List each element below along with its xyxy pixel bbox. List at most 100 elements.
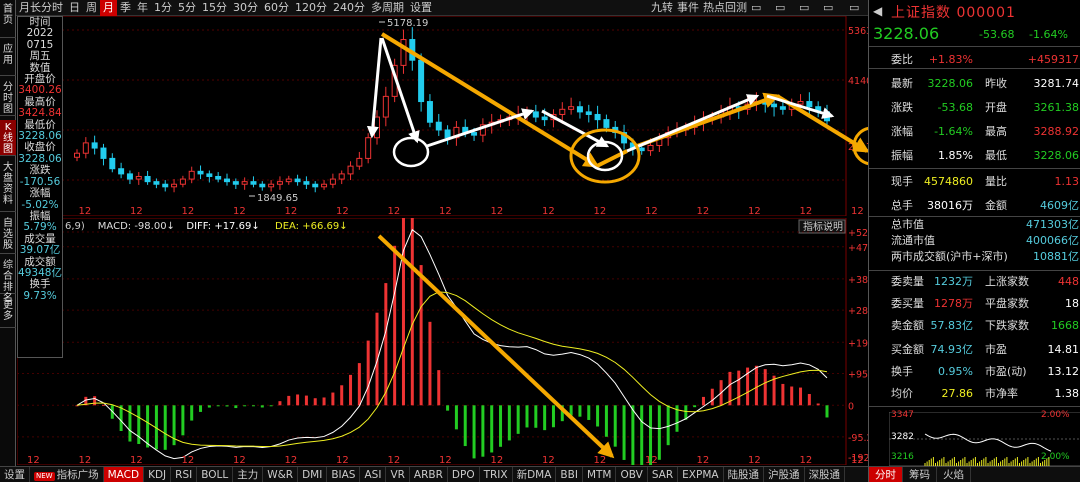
- toolbar-right-button[interactable]: 热点回测: [700, 0, 750, 16]
- toolbar-right-button[interactable]: 事件: [674, 0, 702, 16]
- mini-y-top: 3347: [891, 410, 914, 420]
- candle-body: [797, 101, 804, 105]
- period-tab[interactable]: 月长分时: [16, 0, 66, 16]
- indicator-tab[interactable]: OBV: [616, 466, 648, 482]
- indicator-tab-label: MTM: [586, 468, 612, 481]
- period-tab[interactable]: 60分: [261, 0, 292, 16]
- macd-bar: [622, 405, 626, 460]
- macd-bar: [331, 392, 335, 406]
- quote-value: 0.95%: [938, 365, 973, 378]
- quote-value: 1.13: [1054, 175, 1080, 188]
- nav-tab[interactable]: 首页: [0, 2, 16, 38]
- indicator-tab[interactable]: 沪股通: [764, 466, 805, 482]
- period-tab[interactable]: 240分: [330, 0, 368, 16]
- quote-value: 74.93亿: [930, 343, 974, 356]
- indicator-tab[interactable]: 新DMA: [513, 466, 557, 482]
- indicator-tab[interactable]: ASI: [360, 466, 387, 482]
- toolbar-tool-icon[interactable]: ▭: [846, 0, 862, 16]
- quote-label: 卖金额: [891, 319, 924, 332]
- macd-bar: [463, 405, 467, 447]
- indicator-tab[interactable]: 主力: [233, 466, 264, 482]
- indicator-tab[interactable]: TRIX: [480, 466, 513, 482]
- x-tick-label: 12: [697, 206, 710, 216]
- nav-tab[interactable]: 综合排名: [0, 258, 16, 304]
- indicator-tab[interactable]: MACD: [103, 466, 145, 482]
- macd-bar: [807, 394, 811, 406]
- nav-tab[interactable]: 自选股: [0, 216, 16, 254]
- quote-label: 市盈: [985, 343, 1007, 356]
- toolbar-tool-icon[interactable]: ▭: [772, 0, 788, 16]
- macd-bar: [781, 383, 785, 406]
- index-title: 上证指数 000001: [891, 5, 1016, 21]
- back-arrow-icon[interactable]: ◀: [873, 4, 882, 18]
- indicator-tab[interactable]: SAR: [648, 466, 679, 482]
- period-tab[interactable]: 月: [100, 0, 117, 16]
- nav-tab[interactable]: 大盘资料: [0, 160, 16, 212]
- period-tab[interactable]: 年: [134, 0, 151, 16]
- diff-line: [76, 228, 828, 460]
- indicator-tab[interactable]: W&R: [263, 466, 299, 482]
- quote-tab[interactable]: 筹码: [903, 467, 937, 482]
- period-tab[interactable]: 季: [117, 0, 134, 16]
- macd-bar: [146, 405, 150, 448]
- macd-bar: [313, 398, 317, 406]
- quote-label: 换手: [891, 365, 913, 378]
- indicator-tab[interactable]: DMI: [298, 466, 328, 482]
- x-tick-label: 12: [439, 455, 452, 465]
- indicator-tab-label: TRIX: [483, 468, 508, 481]
- period-tab[interactable]: 多周期: [368, 0, 407, 16]
- period-tab[interactable]: 30分: [230, 0, 261, 16]
- period-tab[interactable]: 日: [66, 0, 83, 16]
- quote-value: 10881亿: [1033, 250, 1079, 263]
- macd-header-part: 6,9): [65, 221, 85, 232]
- indicator-tab[interactable]: 深股通: [805, 466, 846, 482]
- period-tab[interactable]: 120分: [292, 0, 330, 16]
- x-tick-label: 12: [542, 206, 555, 216]
- indicator-tab[interactable]: BIAS: [327, 466, 361, 482]
- candle-body: [144, 175, 151, 183]
- indicator-tab[interactable]: BOLL: [197, 466, 234, 482]
- toolbar-right-button[interactable]: 九转: [648, 0, 676, 16]
- period-tab[interactable]: 5分: [175, 0, 199, 16]
- period-tab[interactable]: 设置: [407, 0, 435, 16]
- macd-bar: [340, 385, 344, 406]
- quote-row: 两市成交额(沪市+深市) 10881亿: [869, 249, 1080, 265]
- indicator-tab[interactable]: 陆股通: [724, 466, 765, 482]
- macd-trend-arrow: [377, 234, 615, 459]
- nav-tab[interactable]: 更多: [0, 298, 16, 328]
- quote-tab[interactable]: 分时: [869, 467, 903, 482]
- nav-tab[interactable]: 分时图: [0, 80, 16, 116]
- indicator-tab-label: RSI: [175, 468, 193, 481]
- macd-chart[interactable]: 6,9) MACD: -98.00↓ DIFF: +17.69↓ DEA: +66.6…: [17, 218, 868, 465]
- toolbar-tool-icon[interactable]: ▭: [796, 0, 812, 16]
- indicator-tab[interactable]: VR: [386, 466, 410, 482]
- kline-chart[interactable]: 5363414029175178.191849.6512121212121212…: [17, 16, 868, 216]
- toolbar-tool-icon[interactable]: ▭: [748, 0, 764, 16]
- indicator-tab[interactable]: 设置: [0, 466, 30, 482]
- indicator-tab[interactable]: BBI: [556, 466, 583, 482]
- quote-value: 3261.38: [1033, 101, 1080, 114]
- macd-bar: [640, 405, 644, 465]
- indicator-tab[interactable]: RSI: [171, 466, 198, 482]
- quote-label: 昨收: [985, 77, 1007, 90]
- candle-body: [179, 178, 186, 185]
- macd-y-tick: +190.1: [848, 338, 868, 349]
- quote-tab[interactable]: 火焰: [937, 467, 971, 482]
- indicator-tab-label: BBI: [560, 468, 578, 481]
- indicator-tab[interactable]: KDJ: [144, 466, 172, 482]
- period-tab[interactable]: 15分: [199, 0, 230, 16]
- indicator-tab[interactable]: ARBR: [410, 466, 448, 482]
- indicator-tab[interactable]: DPO: [448, 466, 480, 482]
- toolbar-tool-icon[interactable]: ▭: [820, 0, 836, 16]
- period-tab[interactable]: 1分: [151, 0, 175, 16]
- macd-bar: [446, 405, 450, 411]
- nav-tab[interactable]: 应用: [0, 42, 16, 76]
- macd-bar: [481, 405, 485, 457]
- indicator-tab[interactable]: EXPMA: [678, 466, 724, 482]
- candle-body: [426, 101, 433, 123]
- indicator-tab[interactable]: NEW 指标广场: [30, 466, 104, 482]
- indicator-tab[interactable]: MTM: [583, 466, 617, 482]
- nav-tab[interactable]: K线图: [0, 120, 16, 156]
- period-tab[interactable]: 周: [83, 0, 100, 16]
- quote-row: 总手 38016万 金额 4609亿: [869, 196, 1080, 216]
